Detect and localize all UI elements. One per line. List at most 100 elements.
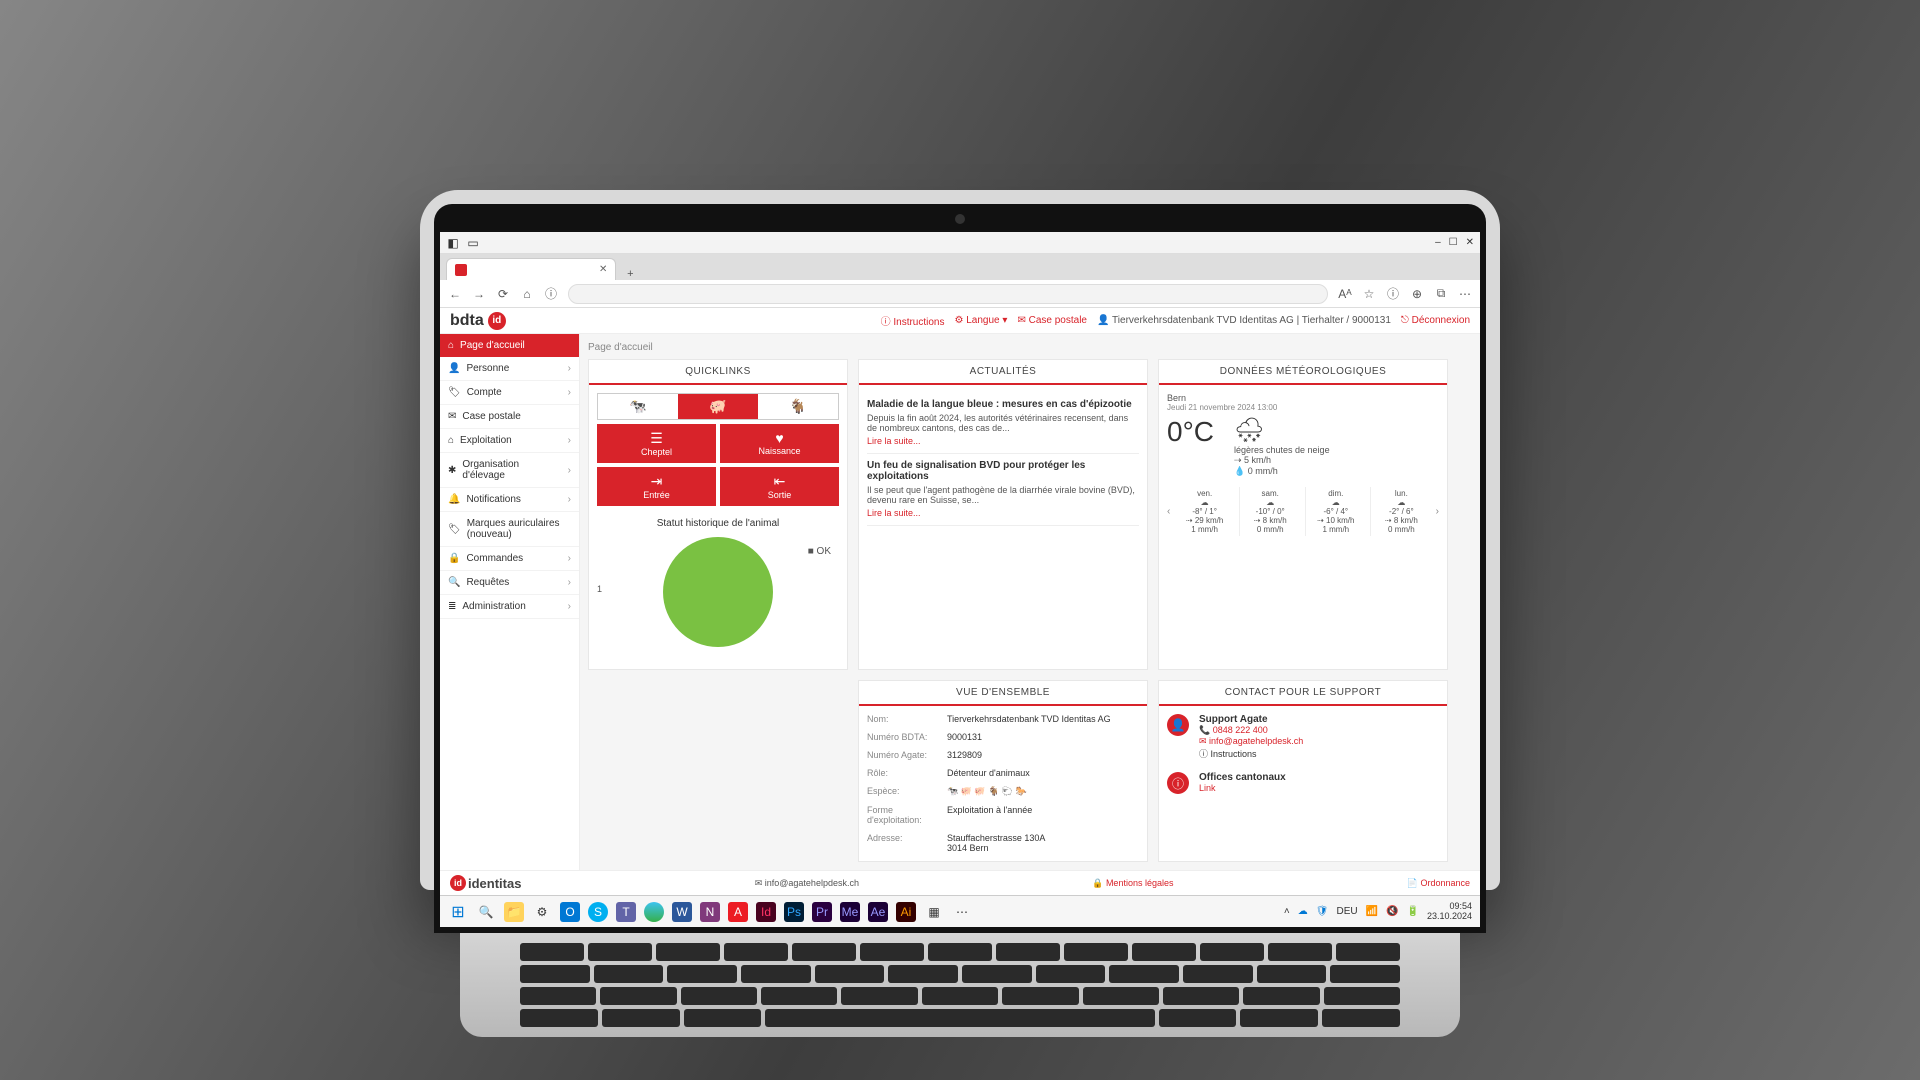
breadcrumb: Page d'accueil (588, 342, 1472, 353)
link-case-postale[interactable]: ✉ Case postale (1017, 315, 1087, 326)
panel-title: VUE D'ENSEMBLE (859, 681, 1147, 706)
address-bar[interactable] (568, 284, 1328, 304)
split-icon[interactable]: ⧉ (1434, 287, 1448, 301)
info-icon[interactable]: ⓘ (1386, 287, 1400, 301)
tab-list-icon[interactable]: ▭ (466, 236, 480, 250)
taskbar-onenote-icon[interactable]: N (700, 902, 720, 922)
taskbar-acrobat-icon[interactable]: A (728, 902, 748, 922)
window-max[interactable]: ☐ (1449, 237, 1458, 248)
window-close[interactable]: ✕ (1466, 237, 1474, 248)
tab-overview-icon[interactable]: ◧ (446, 236, 460, 250)
sidebar-item-requetes[interactable]: 🔍Requêtes› (440, 571, 579, 595)
support-instructions[interactable]: ⓘ Instructions (1199, 747, 1303, 760)
tray-onedrive-icon[interactable]: ☁ (1298, 906, 1308, 917)
sidebar-item-marques[interactable]: 🏷Marques auriculaires (nouveau) (440, 512, 579, 547)
quick-entree[interactable]: ⇥Entrée (597, 467, 716, 506)
footer-legal[interactable]: 🔒 Mentions légales (1092, 878, 1173, 889)
swiss-shield-icon (455, 264, 467, 276)
sidebar-item-personne[interactable]: 👤Personne› (440, 357, 579, 381)
weather-location: Bern (1167, 393, 1439, 403)
panel-overview: VUE D'ENSEMBLE Nom:Tierverkehrsdatenbank… (858, 680, 1148, 862)
read-aloud-icon[interactable]: Aᴬ (1338, 287, 1352, 301)
sidebar-item-organisation[interactable]: ✱Organisation d'élevage› (440, 453, 579, 488)
taskbar-premiere-icon[interactable]: Pr (812, 902, 832, 922)
tray-chevron-icon[interactable]: ˄ (1284, 906, 1290, 917)
forecast-prev-icon[interactable]: ‹ (1167, 506, 1170, 517)
taskbar-mediaencoder-icon[interactable]: Me (840, 902, 860, 922)
news-link[interactable]: Lire la suite... (867, 436, 921, 446)
taskbar-overflow-icon[interactable]: ⋯ (952, 902, 972, 922)
sidebar-item-home-active[interactable]: ⌂ Page d'accueil (440, 334, 579, 357)
ov-value: 🐄 🐖 🐖 🐐 🐑 🐎 (947, 786, 1139, 797)
weather-desc: légères chutes de neige (1234, 445, 1330, 455)
taskbar-skype-icon[interactable]: S (588, 902, 608, 922)
link-langue[interactable]: ⚙ Langue ▾ (955, 315, 1008, 326)
taskbar-settings-icon[interactable]: ⚙ (532, 902, 552, 922)
logo-badge-icon: id (488, 312, 506, 330)
link-instructions[interactable]: ⓘ Instructions (881, 313, 945, 328)
quick-sortie[interactable]: ⇤Sortie (720, 467, 839, 506)
site-info-icon[interactable]: ⓘ (544, 287, 558, 301)
taskbar-edge-icon[interactable] (644, 902, 664, 922)
taskbar-outlook-icon[interactable]: O (560, 902, 580, 922)
sidebar-item-notifications[interactable]: 🔔Notifications› (440, 488, 579, 512)
chevron-right-icon: › (568, 577, 571, 588)
footer-email[interactable]: ✉ info@agatehelpdesk.ch (755, 878, 859, 889)
taskbar-app-icon[interactable]: ▦ (924, 902, 944, 922)
panel-title: DONNÉES MÉTÉOROLOGIQUES (1159, 360, 1447, 385)
start-button[interactable]: ⊞ (448, 902, 468, 922)
sidebar-item-case-postale[interactable]: ✉Case postale (440, 405, 579, 429)
quick-naissance[interactable]: ♥Naissance (720, 424, 839, 463)
tray-lang[interactable]: DEU (1336, 906, 1357, 917)
taskbar-illustrator-icon[interactable]: Ai (896, 902, 916, 922)
tray-clock[interactable]: 09:54 23.10.2024 (1427, 902, 1472, 922)
taskbar-search-icon[interactable]: 🔍 (476, 902, 496, 922)
footer-ordonnance[interactable]: 📄 Ordonnance (1407, 878, 1470, 889)
chevron-right-icon: › (568, 494, 571, 505)
taskbar-word-icon[interactable]: W (672, 902, 692, 922)
support-link[interactable]: Link (1199, 783, 1286, 793)
sidebar-item-exploitation[interactable]: ⌂Exploitation› (440, 429, 579, 453)
ov-label: Adresse: (867, 833, 947, 853)
taskbar-aftereffects-icon[interactable]: Ae (868, 902, 888, 922)
nav-forward-icon[interactable]: → (472, 287, 486, 301)
more-icon[interactable]: ⋯ (1458, 287, 1472, 301)
nav-home-icon[interactable]: ⌂ (520, 287, 534, 301)
collections-icon[interactable]: ⊕ (1410, 287, 1424, 301)
star-icon: ✱ (448, 465, 456, 476)
tray-wifi-icon[interactable]: 📶 (1366, 906, 1378, 917)
support-name: Support Agate (1199, 714, 1303, 725)
support-phone[interactable]: 📞 0848 222 400 (1199, 725, 1303, 736)
sidebar-item-commandes[interactable]: 🔒Commandes› (440, 547, 579, 571)
news-item: Maladie de la langue bleue : mesures en … (867, 393, 1139, 454)
forecast-next-icon[interactable]: › (1436, 506, 1439, 517)
link-deconnexion[interactable]: ⎋ Déconnexion (1401, 315, 1470, 326)
favorite-icon[interactable]: ☆ (1362, 287, 1376, 301)
quick-cheptel[interactable]: ☰Cheptel (597, 424, 716, 463)
taskbar-teams-icon[interactable]: T (616, 902, 636, 922)
weather-temp: 0°C (1167, 416, 1214, 448)
panel-news: ACTUALITÉS Maladie de la langue bleue : … (858, 359, 1148, 670)
window-min[interactable]: – (1435, 237, 1441, 248)
species-tab-pig[interactable]: 🐖 (678, 394, 758, 419)
browser-tab[interactable]: ✕ (446, 258, 616, 280)
sidebar-item-administration[interactable]: ≣Administration› (440, 595, 579, 619)
species-tab-goat[interactable]: 🐐 (758, 394, 838, 419)
support-email[interactable]: ✉ info@agatehelpdesk.ch (1199, 736, 1303, 747)
taskbar-indesign-icon[interactable]: Id (756, 902, 776, 922)
tray-battery-icon[interactable]: 🔋 (1407, 906, 1419, 917)
logout-icon: ⇤ (720, 473, 839, 490)
camera-dot (955, 214, 965, 224)
taskbar-photoshop-icon[interactable]: Ps (784, 902, 804, 922)
nav-back-icon[interactable]: ← (448, 287, 462, 301)
nav-reload-icon[interactable]: ⟳ (496, 287, 510, 301)
news-link[interactable]: Lire la suite... (867, 508, 921, 518)
tray-security-icon[interactable]: 🛡 (1316, 906, 1329, 917)
new-tab-button[interactable]: + (620, 268, 640, 280)
tray-sound-icon[interactable]: 🔇 (1386, 906, 1398, 917)
species-tab-cow[interactable]: 🐄 (598, 394, 678, 419)
sidebar-item-compte[interactable]: 🏷Compte› (440, 381, 579, 405)
taskbar-explorer-icon[interactable]: 📁 (504, 902, 524, 922)
app-footer: ididentitas ✉ info@agatehelpdesk.ch 🔒 Me… (440, 870, 1480, 895)
tab-close-icon[interactable]: ✕ (599, 264, 607, 275)
